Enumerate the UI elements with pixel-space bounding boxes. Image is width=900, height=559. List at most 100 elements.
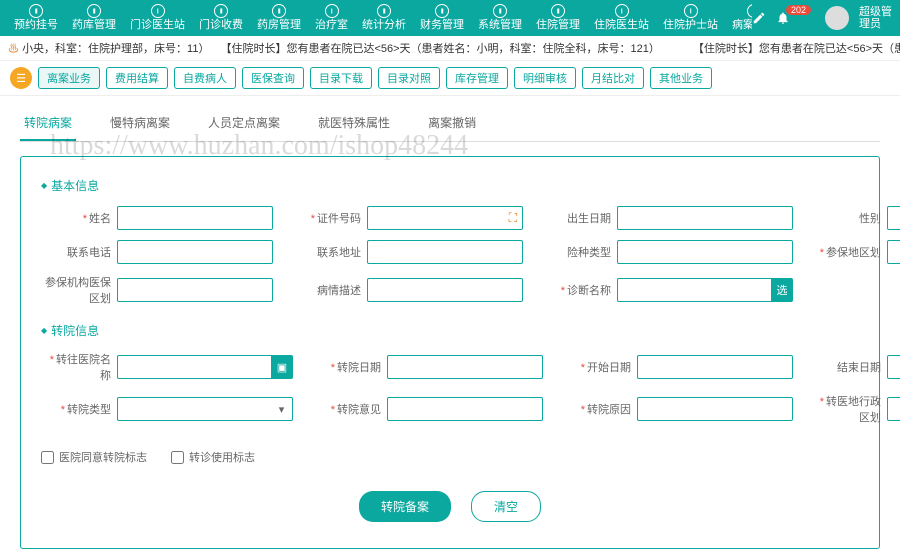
tab[interactable]: 离案撤销 xyxy=(424,106,480,141)
tabs: 转院病案慢特病离案人员定点离案就医特殊属性离案撤销 xyxy=(20,106,880,142)
input-reason[interactable] xyxy=(637,397,793,421)
nav-item[interactable]: 系统管理 xyxy=(472,2,528,33)
notification-badge[interactable]: 202 xyxy=(786,5,811,15)
nav-icon xyxy=(29,4,43,18)
checkbox-referral-use[interactable]: 转诊使用标志 xyxy=(171,449,255,465)
nav-item[interactable]: 病案管理 xyxy=(726,2,752,33)
input-gender[interactable] xyxy=(887,206,900,230)
label-idno: 证件号码 xyxy=(317,213,361,225)
nav-icon xyxy=(272,4,286,18)
topbar-right: 202 超级管 理员 xyxy=(752,6,892,30)
dropdown-transtype-icon[interactable]: ▾ xyxy=(271,397,293,421)
nav-item[interactable]: 药房管理 xyxy=(251,2,307,33)
nav-icon xyxy=(435,4,449,18)
nav-icon xyxy=(87,4,101,18)
label-area: 参保地区划 xyxy=(826,247,881,259)
nav-item[interactable]: 统计分析 xyxy=(356,2,412,33)
input-transtype[interactable] xyxy=(117,397,273,421)
input-enddate[interactable] xyxy=(887,355,900,379)
label-transdate: 转院日期 xyxy=(337,362,381,374)
input-area[interactable] xyxy=(887,240,900,264)
tab[interactable]: 慢特病离案 xyxy=(106,106,174,141)
action-pill[interactable]: 目录对照 xyxy=(378,67,440,89)
label-diag: 诊断名称 xyxy=(567,285,611,297)
nav-item[interactable]: 住院医生站 xyxy=(588,2,655,33)
action-pill[interactable]: 库存管理 xyxy=(446,67,508,89)
input-startdate[interactable] xyxy=(637,355,793,379)
nav-item[interactable]: 药库管理 xyxy=(66,2,122,33)
tab[interactable]: 转院病案 xyxy=(20,106,76,141)
input-addr[interactable] xyxy=(367,240,523,264)
input-phone[interactable] xyxy=(117,240,273,264)
action-pill[interactable]: 月结比对 xyxy=(582,67,644,89)
form-panel: 基本信息 *姓名 *证件号码⛶ 出生日期 性别 联系电话 联系地址 险种类型 *… xyxy=(20,156,880,549)
nav-icon xyxy=(151,4,165,18)
nav-icon xyxy=(551,4,565,18)
label-opinion: 转院意见 xyxy=(337,404,381,416)
input-idno[interactable] xyxy=(367,206,523,230)
label-hospital: 转往医院名称 xyxy=(56,354,111,382)
action-row: ☰ 离案业务费用结算自费病人医保查询目录下载目录对照库存管理明细审核月结比对其他… xyxy=(0,61,900,96)
input-orgarea[interactable] xyxy=(117,278,273,302)
label-docarea: 转医地行政区划 xyxy=(826,396,881,424)
avatar[interactable] xyxy=(825,6,849,30)
user-name: 超级管 xyxy=(859,6,892,18)
action-pill[interactable]: 离案业务 xyxy=(38,67,100,89)
input-docarea[interactable] xyxy=(887,397,900,421)
nav-icon xyxy=(493,4,507,18)
action-pill[interactable]: 目录下载 xyxy=(310,67,372,89)
nav-item[interactable]: 住院管理 xyxy=(530,2,586,33)
user-role: 理员 xyxy=(859,18,892,30)
nav-item[interactable]: 治疗室 xyxy=(309,2,354,33)
nav-items: 预约挂号药库管理门诊医生站门诊收费药房管理治疗室统计分析财务管理系统管理住院管理… xyxy=(8,2,752,33)
tab[interactable]: 人员定点离案 xyxy=(204,106,284,141)
edit-icon[interactable] xyxy=(752,11,766,25)
action-pill[interactable]: 自费病人 xyxy=(174,67,236,89)
nav-item[interactable]: 门诊医生站 xyxy=(124,2,191,33)
input-name[interactable] xyxy=(117,206,273,230)
label-enddate: 结束日期 xyxy=(837,362,881,374)
label-orgarea: 参保机构医保区划 xyxy=(45,277,111,305)
label-name: 姓名 xyxy=(89,213,111,225)
scan-icon[interactable]: ⛶ xyxy=(509,211,517,226)
nav-item[interactable]: 住院护士站 xyxy=(657,2,724,33)
label-addr: 联系地址 xyxy=(317,247,361,259)
checkbox-hospital-agree[interactable]: 医院同意转院标志 xyxy=(41,449,147,465)
input-birth[interactable] xyxy=(617,206,793,230)
input-instype[interactable] xyxy=(617,240,793,264)
clear-button[interactable]: 清空 xyxy=(471,491,541,522)
nav-item[interactable]: 预约挂号 xyxy=(8,2,64,33)
nav-item[interactable]: 门诊收费 xyxy=(193,2,249,33)
nav-icon xyxy=(684,4,698,18)
input-desc[interactable] xyxy=(367,278,523,302)
label-transtype: 转院类型 xyxy=(67,404,111,416)
action-pill[interactable]: 医保查询 xyxy=(242,67,304,89)
input-hospital[interactable] xyxy=(117,355,273,379)
section-transfer-title: 转院信息 xyxy=(41,322,859,339)
select-hospital-button[interactable]: ▣ xyxy=(271,355,293,379)
nav-item[interactable]: 财务管理 xyxy=(414,2,470,33)
input-transdate[interactable] xyxy=(387,355,543,379)
nav-icon xyxy=(377,4,391,18)
label-gender: 性别 xyxy=(859,213,881,225)
nav-icon xyxy=(615,4,629,18)
menu-toggle-icon[interactable]: ☰ xyxy=(10,67,32,89)
top-navbar: 预约挂号药库管理门诊医生站门诊收费药房管理治疗室统计分析财务管理系统管理住院管理… xyxy=(0,0,900,36)
label-reason: 转院原因 xyxy=(587,404,631,416)
action-pill[interactable]: 明细审核 xyxy=(514,67,576,89)
action-pill[interactable]: 费用结算 xyxy=(106,67,168,89)
marquee-bar: ♨ 小央，科室：住院护理部，床号：11） 【住院时长】您有患者在院已达<56>天… xyxy=(0,36,900,61)
action-pill[interactable]: 其他业务 xyxy=(650,67,712,89)
input-opinion[interactable] xyxy=(387,397,543,421)
nav-icon xyxy=(747,4,752,18)
marquee-text: 小央，科室：住院护理部，床号：11） 【住院时长】您有患者在院已达<56>天（患… xyxy=(22,43,900,55)
nav-icon xyxy=(214,4,228,18)
tab[interactable]: 就医特殊属性 xyxy=(314,106,394,141)
input-diag[interactable] xyxy=(617,278,773,302)
label-birth: 出生日期 xyxy=(567,213,611,225)
label-desc: 病情描述 xyxy=(317,285,361,297)
select-diag-button[interactable]: 选 xyxy=(771,278,793,302)
section-basic-title: 基本信息 xyxy=(41,177,859,194)
submit-button[interactable]: 转院备案 xyxy=(359,491,451,522)
label-startdate: 开始日期 xyxy=(587,362,631,374)
